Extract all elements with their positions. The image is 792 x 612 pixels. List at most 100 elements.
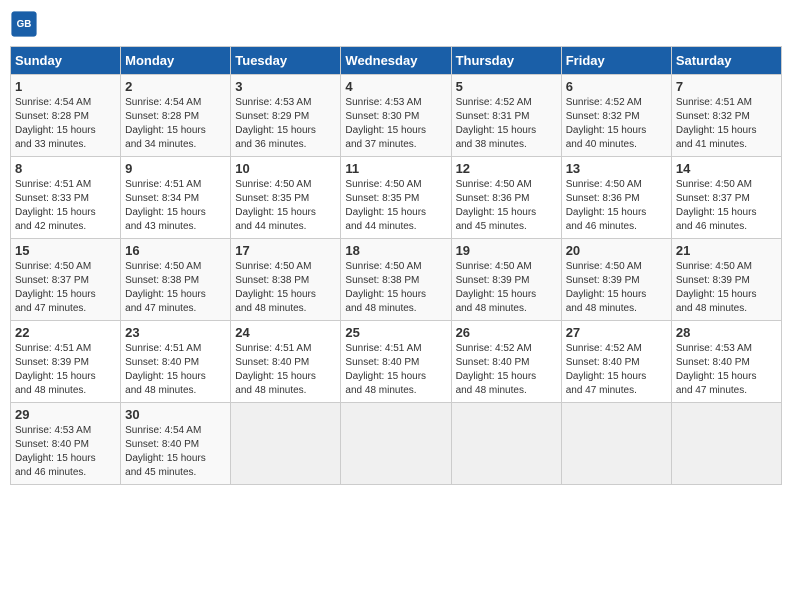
page-header: GB	[10, 10, 782, 38]
day-number: 6	[566, 79, 667, 94]
day-info: Sunrise: 4:53 AM Sunset: 8:40 PM Dayligh…	[15, 424, 116, 480]
day-info: Sunrise: 4:51 AM Sunset: 8:33 PM Dayligh…	[15, 178, 116, 234]
day-info: Sunrise: 4:52 AM Sunset: 8:40 PM Dayligh…	[566, 342, 667, 398]
calendar-cell: 13 Sunrise: 4:50 AM Sunset: 8:36 PM Dayli…	[561, 157, 671, 239]
day-number: 18	[345, 243, 446, 258]
calendar-cell	[671, 403, 781, 485]
day-info: Sunrise: 4:51 AM Sunset: 8:40 PM Dayligh…	[125, 342, 226, 398]
calendar-cell: 9Sunrise: 4:51 AM Sunset: 8:34 PM Daylig…	[121, 157, 231, 239]
calendar-cell: 25 Sunrise: 4:51 AM Sunset: 8:40 PM Dayli…	[341, 321, 451, 403]
calendar-cell: 30Sunrise: 4:54 AM Sunset: 8:40 PM Dayli…	[121, 403, 231, 485]
day-number: 29	[15, 407, 116, 422]
calendar-cell: 2 Sunrise: 4:54 AM Sunset: 8:28 PM Daylig…	[121, 75, 231, 157]
calendar-cell	[451, 403, 561, 485]
calendar-cell: 29 Sunrise: 4:53 AM Sunset: 8:40 PM Dayli…	[11, 403, 121, 485]
day-info: Sunrise: 4:51 AM Sunset: 8:40 PM Dayligh…	[345, 342, 446, 398]
day-header-thursday: Thursday	[451, 47, 561, 75]
logo: GB	[10, 10, 42, 38]
calendar-cell: 28 Sunrise: 4:53 AM Sunset: 8:40 PM Dayli…	[671, 321, 781, 403]
day-info: Sunrise: 4:50 AM Sunset: 8:35 PM Dayligh…	[345, 178, 446, 234]
day-info: Sunrise: 4:50 AM Sunset: 8:35 PM Dayligh…	[235, 178, 336, 234]
day-number: 21	[676, 243, 777, 258]
calendar-cell	[561, 403, 671, 485]
day-info: Sunrise: 4:50 AM Sunset: 8:38 PM Dayligh…	[345, 260, 446, 316]
calendar-cell: 11 Sunrise: 4:50 AM Sunset: 8:35 PM Dayli…	[341, 157, 451, 239]
day-header-wednesday: Wednesday	[341, 47, 451, 75]
day-info: Sunrise: 4:53 AM Sunset: 8:29 PM Dayligh…	[235, 96, 336, 152]
day-number: 17	[235, 243, 336, 258]
calendar-cell: 10Sunrise: 4:50 AM Sunset: 8:35 PM Dayli…	[231, 157, 341, 239]
day-info: Sunrise: 4:54 AM Sunset: 8:28 PM Dayligh…	[15, 96, 116, 152]
day-number: 28	[676, 325, 777, 340]
calendar-cell: 21Sunrise: 4:50 AM Sunset: 8:39 PM Dayli…	[671, 239, 781, 321]
calendar-cell: 20Sunrise: 4:50 AM Sunset: 8:39 PM Dayli…	[561, 239, 671, 321]
day-info: Sunrise: 4:50 AM Sunset: 8:38 PM Dayligh…	[235, 260, 336, 316]
day-info: Sunrise: 4:51 AM Sunset: 8:40 PM Dayligh…	[235, 342, 336, 398]
day-info: Sunrise: 4:50 AM Sunset: 8:39 PM Dayligh…	[456, 260, 557, 316]
day-number: 25	[345, 325, 446, 340]
day-info: Sunrise: 4:52 AM Sunset: 8:40 PM Dayligh…	[456, 342, 557, 398]
day-header-sunday: Sunday	[11, 47, 121, 75]
day-number: 19	[456, 243, 557, 258]
day-info: Sunrise: 4:51 AM Sunset: 8:39 PM Dayligh…	[15, 342, 116, 398]
day-number: 14	[676, 161, 777, 176]
calendar-cell: 12 Sunrise: 4:50 AM Sunset: 8:36 PM Dayli…	[451, 157, 561, 239]
day-info: Sunrise: 4:50 AM Sunset: 8:38 PM Dayligh…	[125, 260, 226, 316]
calendar-cell	[231, 403, 341, 485]
calendar-cell: 26Sunrise: 4:52 AM Sunset: 8:40 PM Dayli…	[451, 321, 561, 403]
calendar-week-row: 1 Sunrise: 4:54 AM Sunset: 8:28 PM Daylig…	[11, 75, 782, 157]
day-number: 20	[566, 243, 667, 258]
day-number: 7	[676, 79, 777, 94]
calendar-cell: 4Sunrise: 4:53 AM Sunset: 8:30 PM Daylig…	[341, 75, 451, 157]
calendar-cell: 7 Sunrise: 4:51 AM Sunset: 8:32 PM Daylig…	[671, 75, 781, 157]
day-number: 16	[125, 243, 226, 258]
day-number: 12	[456, 161, 557, 176]
day-number: 30	[125, 407, 226, 422]
svg-text:GB: GB	[17, 19, 32, 30]
calendar-week-row: 22 Sunrise: 4:51 AM Sunset: 8:39 PM Dayli…	[11, 321, 782, 403]
day-header-saturday: Saturday	[671, 47, 781, 75]
calendar-header-row: SundayMondayTuesdayWednesdayThursdayFrid…	[11, 47, 782, 75]
day-number: 15	[15, 243, 116, 258]
day-info: Sunrise: 4:53 AM Sunset: 8:30 PM Dayligh…	[345, 96, 446, 152]
calendar-cell: 8 Sunrise: 4:51 AM Sunset: 8:33 PM Daylig…	[11, 157, 121, 239]
calendar-cell: 22 Sunrise: 4:51 AM Sunset: 8:39 PM Dayli…	[11, 321, 121, 403]
calendar-cell: 16 Sunrise: 4:50 AM Sunset: 8:38 PM Dayli…	[121, 239, 231, 321]
day-info: Sunrise: 4:52 AM Sunset: 8:31 PM Dayligh…	[456, 96, 557, 152]
day-number: 27	[566, 325, 667, 340]
day-header-friday: Friday	[561, 47, 671, 75]
calendar-cell: 15 Sunrise: 4:50 AM Sunset: 8:37 PM Dayli…	[11, 239, 121, 321]
calendar-cell: 14 Sunrise: 4:50 AM Sunset: 8:37 PM Dayli…	[671, 157, 781, 239]
day-info: Sunrise: 4:50 AM Sunset: 8:37 PM Dayligh…	[676, 178, 777, 234]
calendar-cell: 3Sunrise: 4:53 AM Sunset: 8:29 PM Daylig…	[231, 75, 341, 157]
day-number: 2	[125, 79, 226, 94]
day-number: 24	[235, 325, 336, 340]
day-info: Sunrise: 4:51 AM Sunset: 8:32 PM Dayligh…	[676, 96, 777, 152]
day-info: Sunrise: 4:50 AM Sunset: 8:36 PM Dayligh…	[566, 178, 667, 234]
calendar-cell	[341, 403, 451, 485]
day-info: Sunrise: 4:51 AM Sunset: 8:34 PM Dayligh…	[125, 178, 226, 234]
day-number: 11	[345, 161, 446, 176]
calendar-cell: 18 Sunrise: 4:50 AM Sunset: 8:38 PM Dayli…	[341, 239, 451, 321]
calendar-table: SundayMondayTuesdayWednesdayThursdayFrid…	[10, 46, 782, 485]
day-number: 22	[15, 325, 116, 340]
day-number: 23	[125, 325, 226, 340]
day-number: 5	[456, 79, 557, 94]
calendar-cell: 19 Sunrise: 4:50 AM Sunset: 8:39 PM Dayli…	[451, 239, 561, 321]
calendar-cell: 23 Sunrise: 4:51 AM Sunset: 8:40 PM Dayli…	[121, 321, 231, 403]
logo-icon: GB	[10, 10, 38, 38]
day-header-tuesday: Tuesday	[231, 47, 341, 75]
day-number: 8	[15, 161, 116, 176]
day-info: Sunrise: 4:53 AM Sunset: 8:40 PM Dayligh…	[676, 342, 777, 398]
calendar-cell: 5 Sunrise: 4:52 AM Sunset: 8:31 PM Daylig…	[451, 75, 561, 157]
day-info: Sunrise: 4:54 AM Sunset: 8:28 PM Dayligh…	[125, 96, 226, 152]
day-number: 13	[566, 161, 667, 176]
calendar-cell: 1 Sunrise: 4:54 AM Sunset: 8:28 PM Daylig…	[11, 75, 121, 157]
day-number: 1	[15, 79, 116, 94]
day-info: Sunrise: 4:50 AM Sunset: 8:37 PM Dayligh…	[15, 260, 116, 316]
day-header-monday: Monday	[121, 47, 231, 75]
calendar-cell: 27 Sunrise: 4:52 AM Sunset: 8:40 PM Dayli…	[561, 321, 671, 403]
day-info: Sunrise: 4:50 AM Sunset: 8:36 PM Dayligh…	[456, 178, 557, 234]
calendar-cell: 6Sunrise: 4:52 AM Sunset: 8:32 PM Daylig…	[561, 75, 671, 157]
calendar-cell: 24 Sunrise: 4:51 AM Sunset: 8:40 PM Dayli…	[231, 321, 341, 403]
